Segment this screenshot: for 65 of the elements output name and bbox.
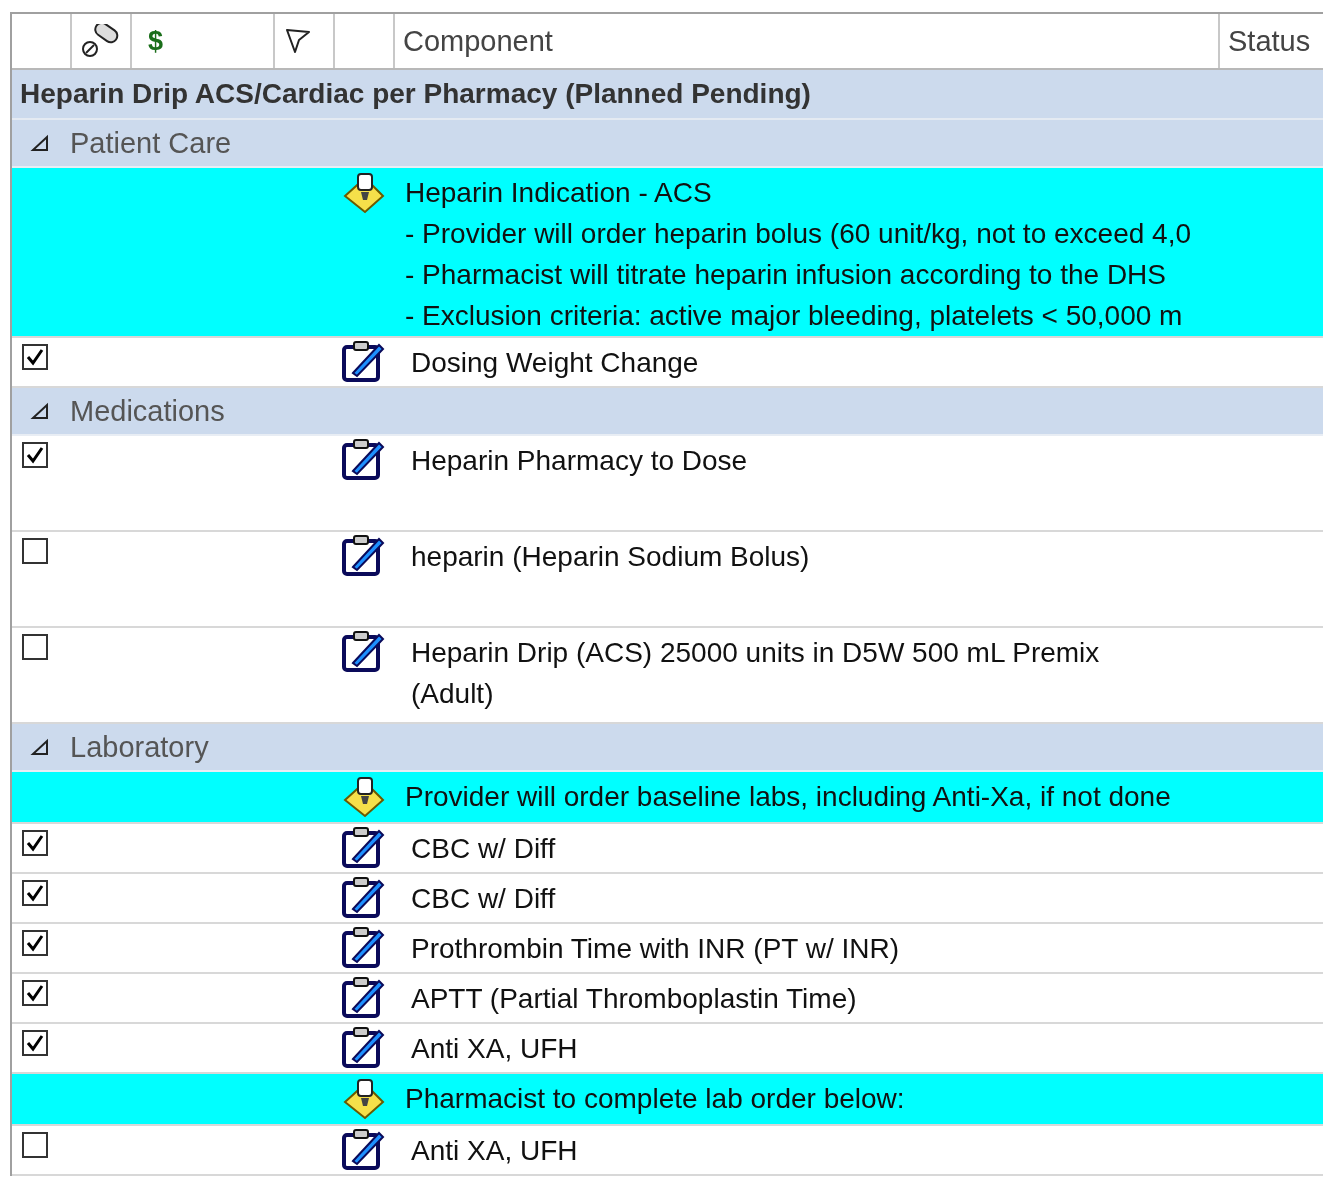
checkbox[interactable] xyxy=(22,1030,48,1056)
status-column-header[interactable]: Status xyxy=(1228,24,1311,58)
component-column-header[interactable]: Component xyxy=(403,24,553,58)
clipboard-pen-icon xyxy=(341,1026,385,1068)
checkbox[interactable] xyxy=(22,830,48,856)
order-name: Heparin Drip (ACS) 25000 units in D5W 500 mL Premix xyxy=(411,636,1100,670)
order-row[interactable]: Heparin Drip (ACS) 25000 units in D5W 500 mL Premix (Adult) xyxy=(12,628,1323,724)
note-text-line: Heparin Indication - ACS xyxy=(405,176,713,210)
note-text-line: Pharmacist to complete lab order below: xyxy=(405,1082,905,1116)
clipboard-pen-icon xyxy=(341,976,385,1018)
collapse-triangle-icon[interactable] xyxy=(30,737,50,757)
checkbox[interactable] xyxy=(22,1132,48,1158)
checkbox[interactable] xyxy=(22,880,48,906)
phase-title: Heparin Drip ACS/Cardiac per Pharmacy (Planned Pending) xyxy=(20,78,811,110)
checkbox[interactable] xyxy=(22,442,48,468)
category-label: Patient Care xyxy=(70,126,232,160)
order-name: Anti XA, UFH xyxy=(411,1032,578,1066)
clipboard-pen-icon xyxy=(341,826,385,868)
clipboard-pen-icon xyxy=(341,876,385,918)
checkbox[interactable] xyxy=(22,980,48,1006)
collapse-triangle-icon[interactable] xyxy=(30,133,50,153)
clipboard-pen-icon xyxy=(341,1128,385,1170)
note-row[interactable]: Provider will order baseline labs, including Anti-Xa, if not done xyxy=(12,772,1323,824)
pill-icon xyxy=(80,24,120,58)
note-row[interactable] xyxy=(12,168,1323,338)
order-name: CBC w/ Diff xyxy=(411,882,556,916)
bell-note-icon xyxy=(341,774,387,818)
checkbox[interactable] xyxy=(22,538,48,564)
order-name: Anti XA, UFH xyxy=(411,1134,578,1168)
note-text-line: - Pharmacist will titrate heparin infusion according to the DHS xyxy=(405,258,1167,292)
clipboard-pen-icon xyxy=(341,438,385,480)
note-text-line: Provider will order baseline labs, including Anti-Xa, if not done xyxy=(405,780,1171,814)
order-row[interactable]: Dosing Weight Change xyxy=(12,338,1323,388)
order-name: Heparin Pharmacy to Dose xyxy=(411,444,748,478)
category-label: Medications xyxy=(70,394,225,428)
order-name: Prothrombin Time with INR (PT w/ INR) xyxy=(411,932,900,966)
clipboard-pen-icon xyxy=(341,534,385,576)
order-row[interactable]: APTT (Partial Thromboplastin Time) xyxy=(12,974,1323,1024)
order-row[interactable]: CBC w/ Diff xyxy=(12,824,1323,874)
clipboard-pen-icon xyxy=(341,926,385,968)
order-name: heparin (Heparin Sodium Bolus) xyxy=(411,540,810,574)
order-row[interactable]: Heparin Pharmacy to Dose xyxy=(12,436,1323,532)
order-row[interactable]: CBC w/ Diff xyxy=(12,874,1323,924)
category-label: Laboratory xyxy=(70,730,209,764)
order-row[interactable]: Anti XA, UFH xyxy=(12,1126,1323,1176)
collapse-triangle-icon[interactable] xyxy=(30,401,50,421)
clipboard-pen-icon xyxy=(341,630,385,672)
bell-note-icon xyxy=(341,170,387,214)
clipboard-pen-icon xyxy=(341,340,385,382)
order-row[interactable]: Prothrombin Time with INR (PT w/ INR) xyxy=(12,924,1323,974)
note-text-line: - Provider will order heparin bolus (60 unit/kg, not to exceed 4,0 xyxy=(405,217,1191,251)
checkbox[interactable] xyxy=(22,344,48,370)
order-name: Dosing Weight Change xyxy=(411,346,699,380)
flag-icon xyxy=(283,26,313,56)
checkbox[interactable] xyxy=(22,634,48,660)
order-row[interactable]: heparin (Heparin Sodium Bolus) xyxy=(12,532,1323,628)
note-text-line: - Exclusion criteria: active major bleeding, platelets < 50,000 m xyxy=(405,299,1184,333)
bell-note-icon xyxy=(341,1076,387,1120)
checkbox[interactable] xyxy=(22,930,48,956)
note-row[interactable]: Pharmacist to complete lab order below: xyxy=(12,1074,1323,1126)
dollar-column-header[interactable]: $ xyxy=(148,25,164,57)
order-name: (Adult) xyxy=(411,677,495,711)
order-name: CBC w/ Diff xyxy=(411,832,556,866)
order-name: APTT (Partial Thromboplastin Time) xyxy=(411,982,857,1016)
order-row[interactable]: Anti XA, UFH xyxy=(12,1024,1323,1074)
